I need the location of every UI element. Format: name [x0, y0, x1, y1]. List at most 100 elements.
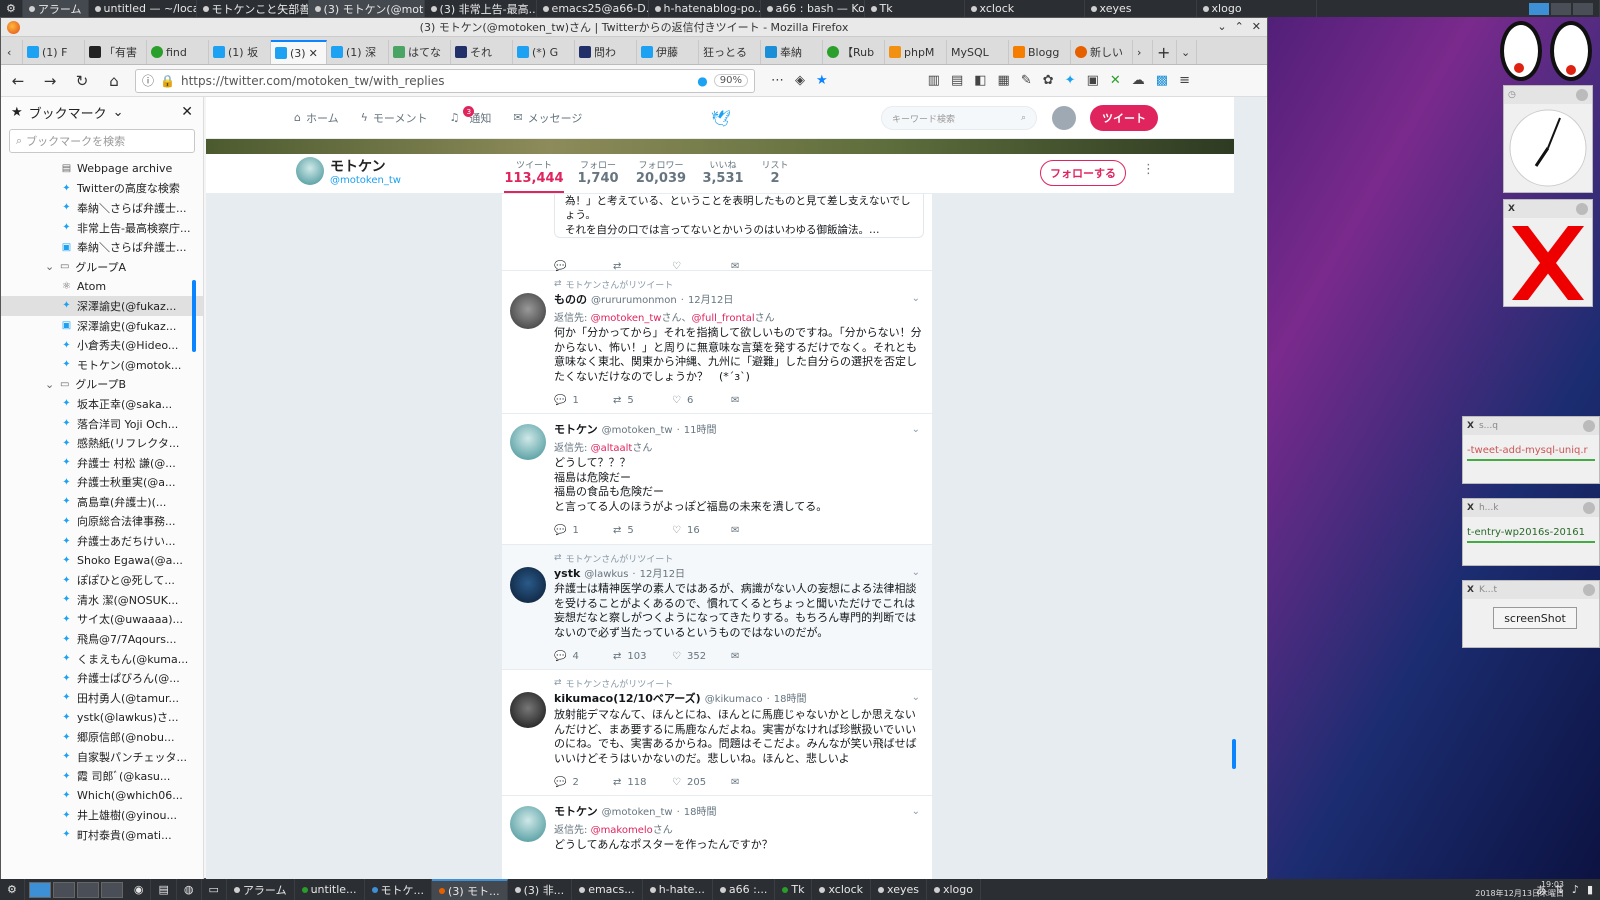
browser-tab[interactable]: 伊藤 — [637, 40, 699, 64]
launcher-icon[interactable]: ▤ — [151, 879, 177, 900]
kde-menu-icon[interactable]: ⚙ — [0, 0, 23, 17]
pocket-icon[interactable]: ◈ — [795, 73, 805, 88]
url-bar[interactable]: ⓘ 🔒 https://twitter.com/motoken_tw/with_… — [135, 68, 755, 93]
text-entry[interactable]: t-entry-wp2016s-20161 — [1467, 523, 1595, 543]
browser-tab-active[interactable]: (3) ✕ — [271, 40, 327, 64]
retweet-action[interactable]: ⇄ 5 — [613, 525, 672, 536]
browser-tab[interactable]: (*) G — [513, 40, 575, 64]
bookmark-item[interactable]: ✦ Shoko Egawa(@a... — [1, 551, 203, 571]
panel-task-hijo[interactable]: (3) 非常上告-最高... — [425, 0, 537, 17]
twitter-search-input[interactable]: キーワード検索 ⌕ — [881, 106, 1037, 130]
bookmark-item[interactable]: ✦ 霞 司郎ﾞ(@kasu... — [1, 766, 203, 786]
taskbar-task-untitled[interactable]: untitle... — [295, 879, 365, 900]
browser-tab[interactable]: 新しい — [1071, 40, 1133, 64]
like-action[interactable]: ♡ 205 — [672, 777, 731, 788]
launcher-icon[interactable]: ▭ — [202, 879, 227, 900]
twitter-bird-icon[interactable]: 🕊 — [711, 109, 731, 128]
close-icon[interactable] — [1583, 502, 1595, 514]
bookmark-item[interactable]: ✦ 高島章(弁護士)(... — [1, 492, 203, 512]
tweet[interactable]: ⇄ モトケンさんがリツイート ⌄ ものの @rururumonmon · 12月12日 … — [502, 271, 932, 414]
bookmark-item[interactable]: ✦ 向原総合法律事務... — [1, 512, 203, 532]
new-tab-button[interactable]: + — [1153, 40, 1177, 64]
browser-tab[interactable]: それ — [451, 40, 513, 64]
bookmark-item[interactable]: ✦ モトケン(@motok... — [1, 355, 203, 375]
panel-task-xlogo[interactable]: xlogo — [1197, 0, 1317, 17]
evernote-icon[interactable]: ✿ — [1043, 73, 1054, 88]
retweet-action[interactable]: ⇄ 5 — [613, 395, 672, 406]
toggle-icon[interactable]: ● — [697, 74, 707, 88]
reply-action[interactable]: 💬 1 — [554, 395, 613, 406]
xlogo-titlebar[interactable]: X — [1504, 200, 1592, 218]
panel-task-hatena[interactable]: h-hatenablog-po... — [649, 0, 761, 17]
close-sidebar-icon[interactable]: ✕ — [181, 104, 193, 120]
tab-scroll-right[interactable]: › — [1133, 40, 1153, 64]
avatar[interactable] — [510, 567, 546, 603]
reply-action[interactable]: 💬 4 — [554, 651, 613, 662]
bookmark-item[interactable]: ✦ Twitterの高度な検索 — [1, 179, 203, 199]
bookmark-item[interactable]: ✦ 清水 潔(@NOSUK... — [1, 590, 203, 610]
browser-tab[interactable]: (1) 坂 — [209, 40, 271, 64]
taskbar-clock[interactable]: 19:03 2018年12月13日木曜日 — [1475, 880, 1564, 898]
stat-following[interactable]: フォロー 1,740 — [568, 158, 628, 186]
browser-tab[interactable]: はてな — [389, 40, 451, 64]
bookmark-item[interactable]: ✦ 弁護士 村松 謙(@... — [1, 453, 203, 473]
taskbar-task-emacs[interactable]: emacs... — [572, 879, 643, 900]
taskbar-task-alarm[interactable]: アラーム — [227, 879, 295, 900]
avatar[interactable] — [510, 692, 546, 728]
bookmark-item[interactable]: ✦ Which(@which06... — [1, 786, 203, 806]
panel-task-emacs[interactable]: emacs25@a66-D... — [537, 0, 649, 17]
reply-action[interactable]: 💬 1 — [554, 525, 613, 536]
profile-handle[interactable]: @motoken_tw — [330, 175, 401, 186]
more-options-icon[interactable]: ⋮ — [1142, 162, 1155, 177]
bookmark-item[interactable]: ✦ 坂本正幸(@saka... — [1, 394, 203, 414]
panel-task-firefox[interactable]: (3) モトケン(@mot... — [308, 0, 425, 17]
nav-messages[interactable]: ✉ メッセージ — [513, 110, 582, 126]
tweetdeck-icon[interactable]: ▩ — [1156, 73, 1168, 88]
panel-task-alarm[interactable]: アラーム — [22, 0, 89, 17]
extension-icon[interactable]: ✕ — [1110, 73, 1121, 88]
nav-home[interactable]: ⌂ ホーム — [294, 110, 339, 126]
bookmark-item[interactable]: ✦ 落合洋司 Yoji Och... — [1, 414, 203, 434]
bookmark-item[interactable]: ⚛ Atom — [1, 277, 203, 297]
forward-button[interactable]: → — [39, 70, 61, 92]
avatar[interactable] — [510, 424, 546, 460]
chevron-down-icon[interactable]: ⌄ — [912, 424, 920, 435]
browser-tab[interactable]: 【Rub — [823, 40, 885, 64]
maximize-icon[interactable]: ⌃ — [1235, 20, 1244, 33]
browser-tab[interactable]: 「有害 — [85, 40, 147, 64]
dm-icon[interactable]: ✉ — [731, 777, 790, 788]
close-icon[interactable] — [1576, 203, 1588, 215]
chevron-down-icon[interactable]: ⌄ — [912, 806, 920, 817]
browser-tab[interactable]: (1) F — [23, 40, 85, 64]
window-titlebar[interactable]: Xh...k — [1463, 499, 1599, 517]
taskbar-task-tk[interactable]: Tk — [775, 879, 813, 900]
follow-button[interactable]: フォローする — [1040, 160, 1126, 186]
panel-pager[interactable] — [1523, 0, 1600, 17]
taskbar-task-hatena[interactable]: h-hate... — [643, 879, 713, 900]
volume-icon[interactable]: ♪ — [1572, 883, 1579, 896]
cloud-icon[interactable]: ☁ — [1132, 73, 1145, 88]
bookmark-item[interactable]: ✦ 田村勇人(@tamur... — [1, 688, 203, 708]
retweet-action[interactable]: ⇄ 118 — [613, 777, 672, 788]
window-titlebar[interactable]: (3) モトケン(@motoken_tw)さん | Twitterからの返信付き… — [1, 18, 1267, 37]
retweet-action[interactable]: ⇄ 103 — [613, 651, 672, 662]
text-entry[interactable]: -tweet-add-mysql-uniq.r — [1467, 441, 1595, 461]
panel-task-tk[interactable]: Tk — [865, 0, 965, 17]
reply-icon[interactable]: 💬 — [554, 261, 613, 272]
close-tab-icon[interactable]: ✕ — [309, 47, 318, 60]
launcher-icon[interactable]: ◉ — [127, 879, 152, 900]
close-icon[interactable]: ✕ — [1252, 20, 1261, 33]
more-icon[interactable]: ⋯ — [771, 73, 784, 88]
tweet[interactable]: ⌄ モトケン @motoken_tw · 11時間 返信先: @altaaltさん ど… — [502, 414, 932, 545]
chevron-down-icon[interactable]: ⌄ — [912, 567, 920, 578]
bookmark-folder[interactable]: ⌄ ▭ グループB — [1, 375, 203, 395]
dm-icon[interactable]: ✉ — [731, 261, 790, 272]
stat-tweets[interactable]: ツイート 113,444 — [504, 158, 564, 193]
like-action[interactable]: ♡ 352 — [672, 651, 731, 662]
nav-moments[interactable]: ϟ モーメント — [361, 110, 428, 126]
bookmark-item[interactable]: ▣ 奉納＼さらば弁護士... — [1, 237, 203, 257]
bookmark-item[interactable]: ✦ 弁護士秋重実(@a... — [1, 473, 203, 493]
back-button[interactable]: ← — [7, 70, 29, 92]
bookmark-star-icon[interactable]: ★ — [816, 73, 828, 88]
quoted-tweet[interactable]: 為！」と考えている、ということを表明したものと見て差し支えないでしょう。 それを… — [554, 194, 924, 238]
